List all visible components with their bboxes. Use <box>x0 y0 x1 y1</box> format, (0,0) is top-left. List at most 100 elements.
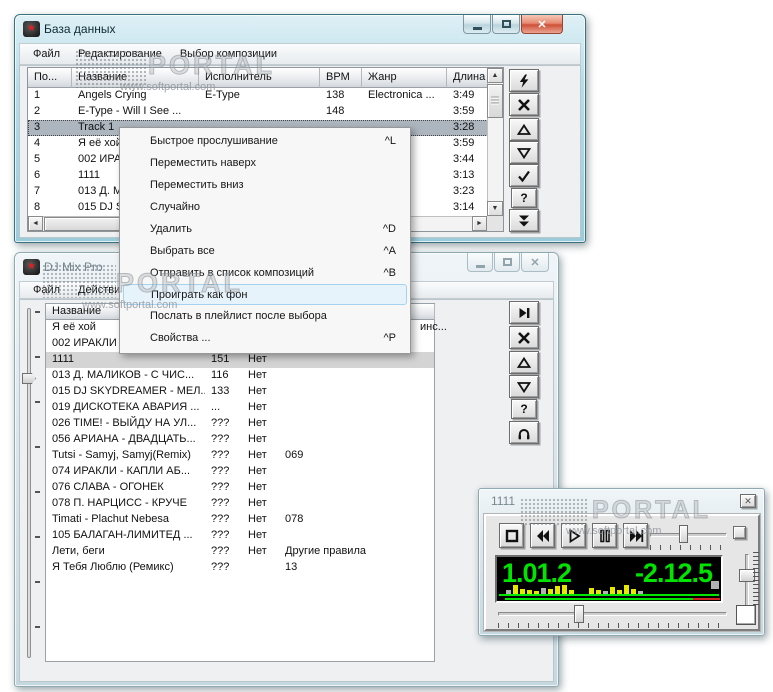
table-row[interactable]: 078 П. НАРЦИСС - КРУЧЕ??? Нет <box>46 496 434 512</box>
dbl-down-icon <box>519 215 529 226</box>
toolbar-button-tri-up[interactable] <box>509 351 539 374</box>
stop-button[interactable] <box>499 523 524 548</box>
cell-dur: 3:23 <box>453 185 475 197</box>
scroll-corner <box>487 216 503 231</box>
fast-forward-button[interactable] <box>623 523 648 548</box>
cell-name: Tutsi - Samyj, Samyj(Remix) <box>52 449 191 461</box>
elapsed-time: 1.01.2 <box>502 558 572 588</box>
minimize-button[interactable] <box>467 253 493 272</box>
player-titlebar: 1111 <box>483 489 760 513</box>
context-menu-item[interactable]: Удалить ^D <box>120 218 410 240</box>
menu-item-Файл[interactable]: Файл <box>24 48 69 60</box>
toolbar-button-skip-end[interactable] <box>509 301 539 324</box>
table-row[interactable]: 013 Д. МАЛИКОВ - С ЧИС... 116 Нет <box>46 368 434 384</box>
loop-toggle[interactable] <box>736 605 756 625</box>
cell-net: Нет <box>248 385 267 397</box>
spectrum-bar <box>513 585 518 594</box>
toolbar-button-dbl-down[interactable] <box>509 209 539 232</box>
toolbar-button-tri-down[interactable] <box>509 141 539 164</box>
list-position-slider[interactable] <box>27 308 31 658</box>
toolbar-button-help[interactable]: ? <box>511 188 537 208</box>
context-menu-item[interactable]: Случайно <box>120 196 410 218</box>
toolbar-button-close-x[interactable] <box>509 326 539 349</box>
table-row[interactable]: 026 TIME! - ВЫЙДУ НА УЛ...??? Нет <box>46 416 434 432</box>
context-menu: Быстрое прослушивание ^L Переместить навер… <box>119 127 411 354</box>
table-row[interactable]: 019 ДИСКОТЕКА АВАРИЯ ...... Нет <box>46 400 434 416</box>
close-button[interactable]: ✕ <box>740 494 756 508</box>
context-menu-item[interactable]: Свойства ... ^P <box>120 327 410 349</box>
toolbar-button-close-x[interactable] <box>509 93 539 116</box>
seek-slider[interactable] <box>498 612 727 616</box>
context-menu-item[interactable]: Выбрать все ^A <box>120 240 410 262</box>
table-row[interactable]: Я Тебя Люблю (Ремикс)??? 13 <box>46 560 434 576</box>
column-header-1[interactable]: Название <box>72 68 199 88</box>
scroll-up-button[interactable]: ▲ <box>487 68 503 83</box>
table-row[interactable]: Tutsi - Samyj, Samyj(Remix)??? Нет 069 <box>46 448 434 464</box>
progress-line <box>499 594 719 596</box>
remaining-time: -2.12.5 <box>634 558 713 588</box>
column-header-2[interactable]: Исполнитель <box>199 68 320 88</box>
table-row[interactable]: 105 БАЛАГАН-ЛИМИТЕД ...??? Нет <box>46 528 434 544</box>
cell-pos: 8 <box>34 201 41 213</box>
close-button[interactable]: ✕ <box>521 15 563 34</box>
maximize-button[interactable] <box>494 253 520 272</box>
menu-item-Редактирование[interactable]: Редактирование <box>69 48 171 60</box>
toolbar-button-tri-down[interactable] <box>509 375 539 398</box>
column-header-4[interactable]: Жанр <box>362 68 447 88</box>
cell-name: Лети, беги <box>52 545 105 557</box>
table-row[interactable]: 1 Angels Crying E-Type 138 Electronica ... 3:… <box>28 88 488 104</box>
play-button[interactable] <box>561 523 586 548</box>
close-button[interactable]: ✕ <box>521 253 549 272</box>
toolbar-button-headphones[interactable] <box>509 421 539 444</box>
table-row[interactable]: Timati - Plachut Nebesa??? Нет 078 <box>46 512 434 528</box>
cell-extra: 078 <box>285 513 304 525</box>
table-row[interactable]: 056 АРИАНА - ДВАДЦАТЬ...??? Нет <box>46 432 434 448</box>
cell-net <box>242 560 279 576</box>
scroll-down-button[interactable]: ▼ <box>487 201 503 216</box>
window-title: DJ Mix Pro <box>44 260 103 274</box>
table-row[interactable]: 2 E-Type - Will I See ... 148 3:59 <box>28 104 488 120</box>
scroll-left-button[interactable]: ◄ <box>28 216 43 231</box>
app-star-icon: ★ <box>23 259 40 275</box>
cell-bpm: 151 <box>211 353 230 365</box>
context-menu-item[interactable]: Переместить вниз <box>120 174 410 196</box>
pitch-slider-handle[interactable] <box>679 525 688 543</box>
column-header-5[interactable]: Длина <box>447 68 488 88</box>
pause-button[interactable] <box>592 523 617 548</box>
scroll-right-button[interactable]: ► <box>472 216 487 231</box>
context-menu-item[interactable]: Отправить в список композиций ^B <box>120 262 410 284</box>
cell-bpm: ??? <box>211 433 230 445</box>
cell-bpm: 138 <box>326 89 345 101</box>
pitch-slider[interactable] <box>650 533 727 537</box>
cell-name: 105 БАЛАГАН-ЛИМИТЕД ... <box>52 529 193 541</box>
menu-item-Файл[interactable]: Файл <box>24 284 69 296</box>
menu-item-shortcut: ^L <box>384 135 396 147</box>
scrollbar-thumb[interactable] <box>487 84 503 118</box>
table-row[interactable]: 074 ИРАКЛИ - КАПЛИ АБ...??? Нет <box>46 464 434 480</box>
minimize-button[interactable] <box>463 15 491 34</box>
context-menu-item[interactable]: Переместить наверх <box>120 152 410 174</box>
maximize-button[interactable] <box>492 15 520 34</box>
toolbar-button-lightning[interactable] <box>509 69 539 92</box>
context-menu-item[interactable]: Проиграть как фон <box>123 284 407 305</box>
cell-extra <box>279 400 435 416</box>
rewind-button[interactable] <box>530 523 555 548</box>
context-menu-item[interactable]: Быстрое прослушивание ^L <box>120 130 410 152</box>
cell-name: 019 ДИСКОТЕКА АВАРИЯ ... <box>52 401 200 413</box>
table-row[interactable]: 015 DJ SKYDREAMER - МЕЛ... 133 Нет <box>46 384 434 400</box>
column-header-3[interactable]: BPM <box>320 68 362 88</box>
seek-slider-handle[interactable] <box>574 605 584 623</box>
menu-item-Выбор композиции[interactable]: Выбор композиции <box>171 48 286 60</box>
menu-item-label: Удалить <box>150 223 192 235</box>
context-menu-item[interactable]: Послать в плейлист после выбора <box>120 305 410 327</box>
cell-name: E-Type - Will I See ... <box>78 105 182 117</box>
stop-icon <box>505 529 518 542</box>
table-row[interactable]: 076 СЛАВА - ОГОНЕК??? Нет <box>46 480 434 496</box>
column-header-0[interactable]: По... <box>28 68 72 88</box>
table-row[interactable]: Лети, беги??? Нет Другие правила <box>46 544 434 560</box>
table-row[interactable]: 1111 151 Нет <box>46 352 434 368</box>
toolbar-button-check[interactable] <box>509 164 539 187</box>
toolbar-button-tri-up[interactable] <box>509 118 539 141</box>
pitch-reset-button[interactable] <box>733 526 746 539</box>
toolbar-button-help[interactable]: ? <box>511 399 537 419</box>
